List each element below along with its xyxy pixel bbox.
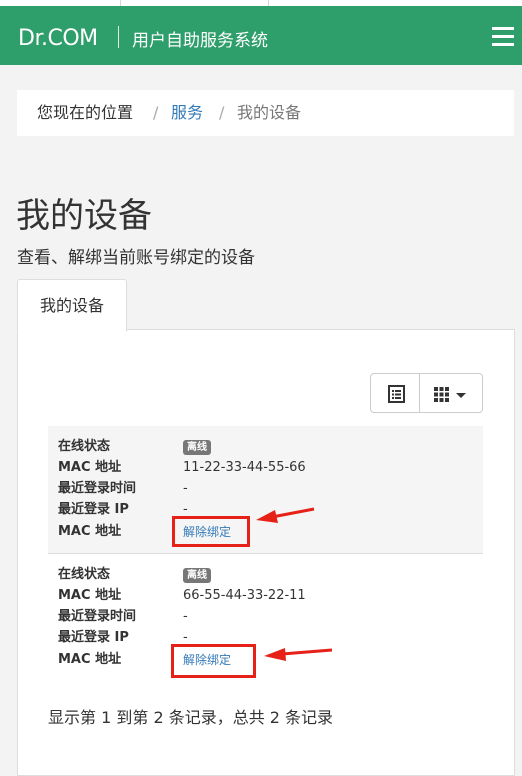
mac-label: MAC 地址 <box>58 588 122 603</box>
device-record: 在线状态 离线 MAC 地址 11-22-33-44-55-66 最近登录时间 … <box>48 426 483 554</box>
breadcrumb-separator: / <box>219 103 225 122</box>
list-view-icon <box>388 385 405 403</box>
page-subtitle: 查看、解绑当前账号绑定的设备 <box>17 248 255 268</box>
last-login-ip-value: - <box>183 630 188 645</box>
last-login-ip-label: 最近登录 IP <box>58 502 129 517</box>
last-login-time-label: 最近登录时间 <box>58 481 137 496</box>
last-login-time-value: - <box>183 609 188 624</box>
breadcrumb-prefix: 您现在的位置 <box>37 103 134 122</box>
mac-value: 66-55-44-33-22-11 <box>183 588 306 603</box>
device-record: 在线状态 离线 MAC 地址 66-55-44-33-22-11 最近登录时间 … <box>48 554 483 681</box>
mac-label: MAC 地址 <box>58 460 122 475</box>
action-label: MAC 地址 <box>58 652 122 667</box>
last-login-ip-value: - <box>183 502 188 517</box>
list-view-button[interactable] <box>370 373 420 413</box>
mac-value: 11-22-33-44-55-66 <box>183 460 306 475</box>
breadcrumb-current: 我的设备 <box>237 103 302 122</box>
caret-down-icon <box>456 393 466 398</box>
unbind-link[interactable]: 解除绑定 <box>183 651 231 669</box>
status-badge: 离线 <box>183 438 211 456</box>
breadcrumb-link-service[interactable]: 服务 <box>171 90 203 136</box>
breadcrumb-separator: / <box>153 103 159 122</box>
grid-view-dropdown-button[interactable] <box>419 373 483 413</box>
tab-my-devices[interactable]: 我的设备 <box>17 279 127 332</box>
pagination-summary: 显示第 1 到第 2 条记录，总共 2 条记录 <box>48 708 334 727</box>
breadcrumb: 您现在的位置 / 服务 / 我的设备 <box>17 90 514 136</box>
action-label: MAC 地址 <box>58 524 122 539</box>
brand-logo[interactable]: Dr.COM <box>18 26 98 51</box>
last-login-time-label: 最近登录时间 <box>58 609 137 624</box>
grid-view-icon <box>434 387 466 402</box>
unbind-link[interactable]: 解除绑定 <box>183 523 231 541</box>
status-badge: 离线 <box>183 566 211 584</box>
navbar-divider <box>118 26 119 48</box>
hamburger-menu-icon[interactable] <box>492 27 514 46</box>
page-title: 我的设备 <box>16 196 152 236</box>
status-label: 在线状态 <box>58 439 111 454</box>
last-login-time-value: - <box>183 481 188 496</box>
last-login-ip-label: 最近登录 IP <box>58 630 129 645</box>
navbar: Dr.COM 用户自助服务系统 <box>0 6 522 65</box>
system-title: 用户自助服务系统 <box>132 31 268 51</box>
status-label: 在线状态 <box>58 567 111 582</box>
